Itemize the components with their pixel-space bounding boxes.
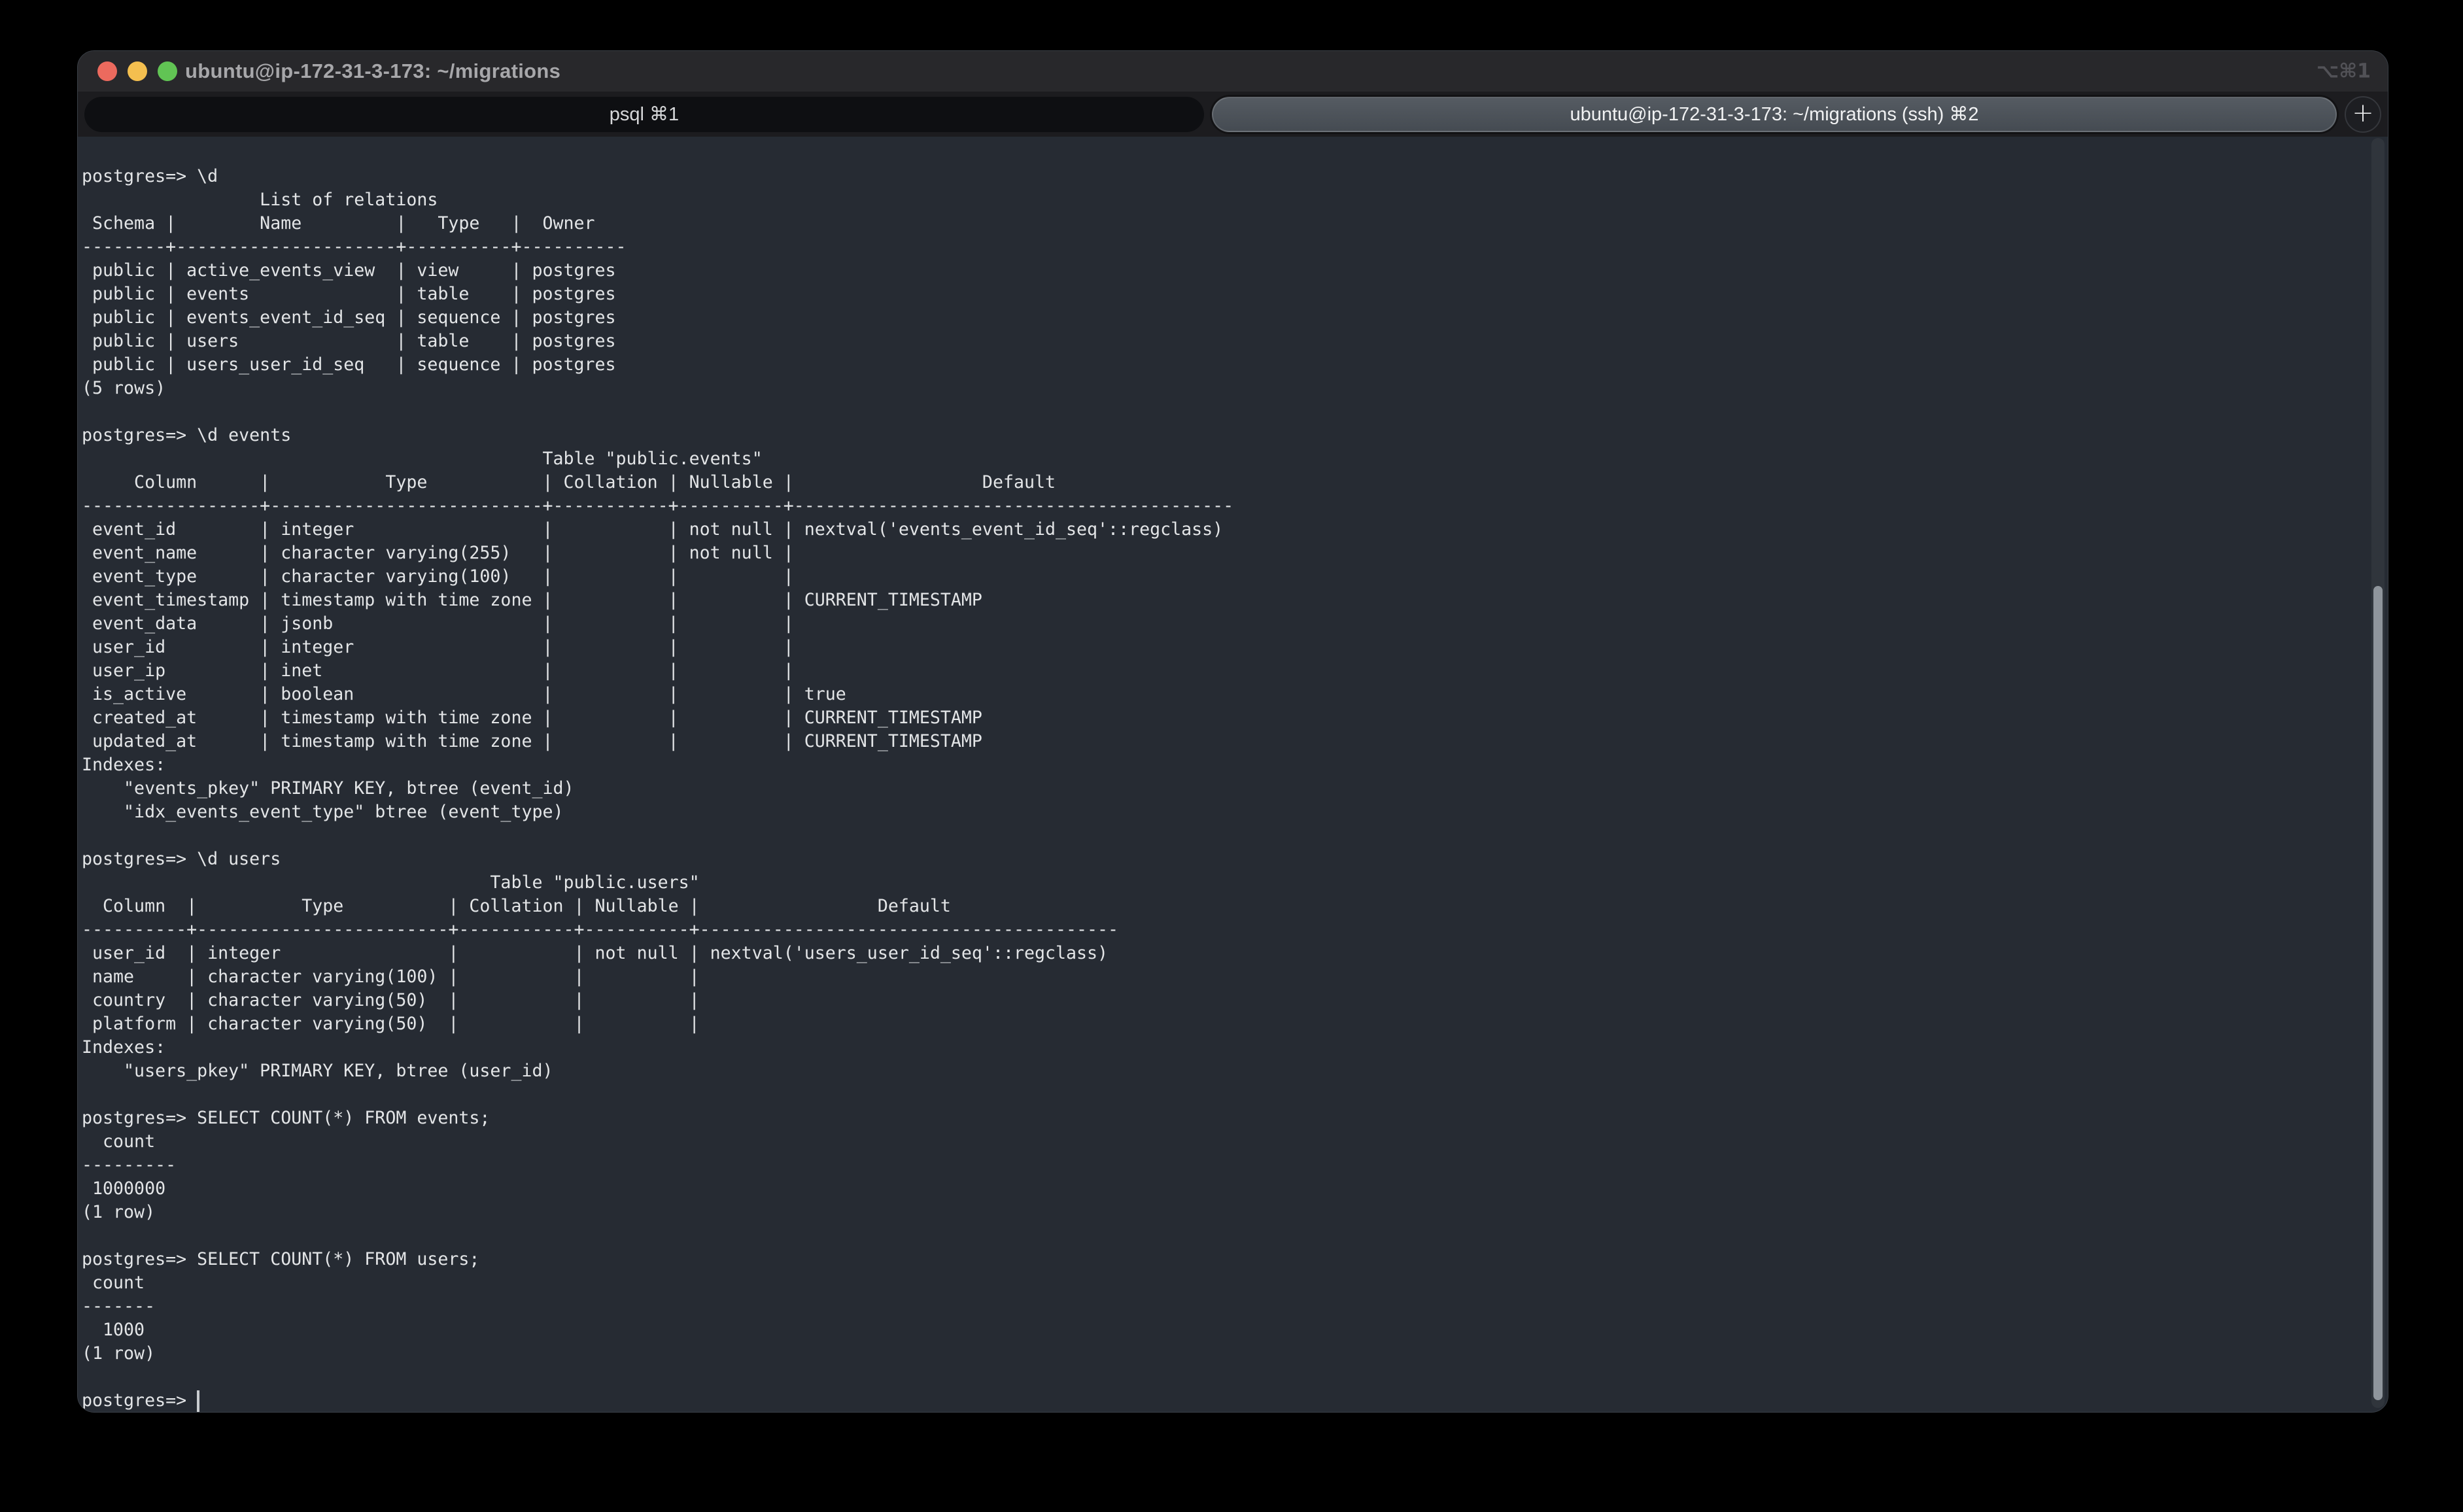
terminal-prompt-line: postgres=>: [78, 1389, 2388, 1412]
tab-bar: psql ⌘1 ubuntu@ip-172-31-3-173: ~/migrat…: [78, 92, 2388, 137]
terminal-window: ubuntu@ip-172-31-3-173: ~/migrations ⌥⌘1…: [77, 50, 2388, 1413]
tab-psql[interactable]: psql ⌘1: [84, 97, 1204, 132]
close-button[interactable]: [97, 61, 117, 81]
zoom-button[interactable]: [158, 61, 177, 81]
traffic-lights: [97, 61, 177, 81]
scrollbar-thumb[interactable]: [2373, 586, 2383, 1400]
new-tab-button[interactable]: +: [2345, 96, 2381, 133]
tab-ssh-migrations-label: ubuntu@ip-172-31-3-173: ~/migrations (ss…: [1570, 103, 1978, 126]
terminal-pane[interactable]: postgres=> \d List of relations Schema |…: [78, 137, 2388, 1412]
plus-icon: +: [2352, 100, 2374, 126]
minimize-button[interactable]: [128, 61, 147, 81]
tab-ssh-migrations[interactable]: ubuntu@ip-172-31-3-173: ~/migrations (ss…: [1212, 97, 2337, 132]
scrollbar-track[interactable]: [2371, 138, 2385, 1408]
terminal-output: postgres=> \d List of relations Schema |…: [78, 137, 2388, 1389]
terminal-cursor: [197, 1390, 199, 1412]
desktop: { "window": { "title": "ubuntu@ip-172-31…: [0, 0, 2463, 1512]
terminal-prompt: postgres=>: [82, 1389, 197, 1412]
window-title: ubuntu@ip-172-31-3-173: ~/migrations: [185, 60, 560, 83]
window-titlebar[interactable]: ubuntu@ip-172-31-3-173: ~/migrations ⌥⌘1: [78, 51, 2388, 92]
window-shortcut-hint: ⌥⌘1: [2317, 60, 2371, 83]
tab-psql-label: psql ⌘1: [610, 103, 679, 126]
